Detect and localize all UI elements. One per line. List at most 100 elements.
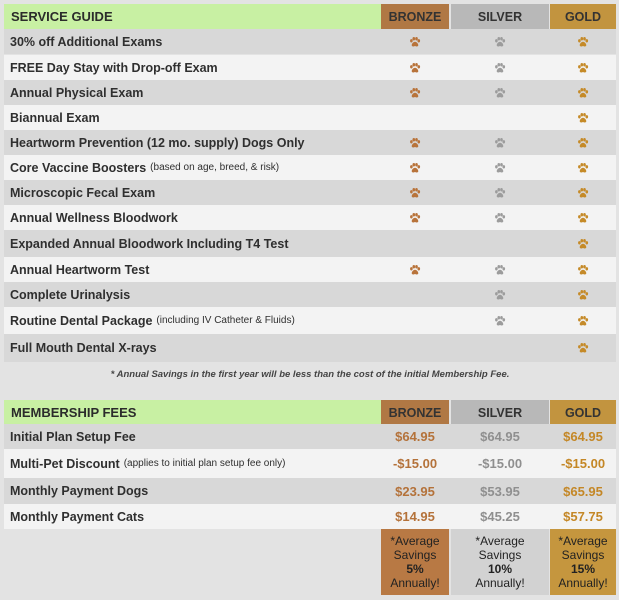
paw-icon (578, 62, 589, 73)
silver-cell (451, 334, 549, 362)
service-label: Microscopic Fecal Exam (10, 185, 156, 200)
paw-icon (495, 62, 506, 73)
paw-icon (410, 264, 421, 275)
paw-icon (578, 36, 589, 47)
paw-icon (410, 87, 421, 98)
paw-icon (410, 162, 421, 173)
bronze-cell (381, 105, 449, 130)
service-label: 30% off Additional Exams (10, 34, 163, 49)
service-guide-title: SERVICE GUIDE (4, 4, 381, 29)
paw-icon (578, 264, 589, 275)
service-row: Annual Wellness Bloodwork (4, 205, 616, 230)
gold-cell (550, 80, 616, 105)
silver-price: $53.95 (480, 483, 520, 499)
paw-icon (578, 87, 589, 98)
gold-cell (550, 205, 616, 230)
gold-cell (550, 257, 616, 282)
gold-savings: *Average Savings 15% Annually! (550, 529, 616, 595)
service-row: Routine Dental Package (including IV Cath… (4, 307, 616, 334)
service-row: Core Vaccine Boosters (based on age, bree… (4, 155, 616, 180)
paw-icon (578, 162, 589, 173)
silver-cell (451, 257, 549, 282)
silver-price: $64.95 (480, 429, 520, 444)
service-label: Annual Physical Exam (10, 85, 144, 100)
bronze-cell (381, 80, 449, 105)
gold-cell (550, 55, 616, 80)
bronze-cell (381, 230, 449, 257)
bronze-cell (381, 29, 449, 54)
fee-label: Multi-Pet Discount (applies to initial pl… (10, 456, 286, 471)
paw-icon (410, 62, 421, 73)
service-note: (based on age, breed, & risk) (150, 162, 280, 173)
service-label: Core Vaccine Boosters (based on age, bree… (10, 160, 280, 175)
fee-label: Initial Plan Setup Fee (10, 429, 136, 444)
silver-cell (451, 105, 549, 130)
bronze-cell (381, 55, 449, 80)
bronze-cell (381, 205, 449, 230)
bronze-cell (381, 130, 449, 155)
savings-percent: 15% (570, 562, 596, 576)
gold-header: GOLD (550, 400, 616, 425)
paw-icon (495, 264, 506, 275)
bronze-header: BRONZE (381, 400, 449, 425)
gold-cell (550, 282, 616, 307)
silver-cell (451, 80, 549, 105)
silver-price: -$15.00 (477, 456, 523, 471)
gold-cell (550, 307, 616, 334)
silver-cell (451, 155, 549, 180)
paw-icon (578, 212, 589, 223)
savings-line: *Average (390, 534, 440, 548)
service-row: Biannual Exam (4, 105, 616, 130)
service-label: Heartworm Prevention (12 mo. supply) Dog… (10, 135, 305, 150)
silver-savings: *Average Savings 10% Annually! (451, 529, 549, 595)
savings-line: Annually! (390, 576, 440, 590)
membership-fees-header: MEMBERSHIP FEES BRONZE SILVER GOLD (4, 400, 616, 425)
savings-percent: 10% (487, 562, 513, 576)
paw-icon (410, 137, 421, 148)
silver-cell (451, 29, 549, 54)
savings-line: Savings (561, 548, 605, 562)
bronze-price: $14.95 (395, 509, 435, 524)
gold-cell (550, 130, 616, 155)
gold-price: -$15.00 (560, 456, 606, 471)
fee-row: Initial Plan Setup Fee $64.95 $64.95 $64.95 (4, 424, 616, 449)
silver-cell (451, 230, 549, 257)
service-row: Microscopic Fecal Exam (4, 180, 616, 205)
bronze-cell (381, 155, 449, 180)
service-row: Annual Heartworm Test (4, 257, 616, 282)
service-row: Heartworm Prevention (12 mo. supply) Dog… (4, 130, 616, 155)
gold-price: $65.95 (563, 483, 603, 499)
service-guide-header: SERVICE GUIDE BRONZE SILVER GOLD (4, 4, 616, 29)
savings-line: *Average (475, 534, 525, 548)
paw-icon (578, 238, 589, 249)
savings-percent: 5% (406, 562, 424, 576)
bronze-cell (381, 334, 449, 362)
paw-icon (410, 212, 421, 223)
silver-header: SILVER (451, 400, 549, 425)
fee-row: Monthly Payment Dogs $23.95 $53.95 $65.95 (4, 478, 616, 504)
bronze-header: BRONZE (381, 4, 449, 29)
bronze-cell (381, 257, 449, 282)
savings-line: Annually! (558, 576, 608, 590)
silver-cell (451, 180, 549, 205)
paw-icon (495, 289, 506, 300)
savings-line: Annually! (475, 576, 525, 590)
gold-header: GOLD (550, 4, 616, 29)
service-row: Full Mouth Dental X-rays (4, 334, 616, 362)
service-label: Routine Dental Package (including IV Cath… (10, 313, 295, 328)
silver-header: SILVER (451, 4, 549, 29)
silver-cell (451, 205, 549, 230)
fee-row: Multi-Pet Discount (applies to initial pl… (4, 449, 616, 478)
service-row: FREE Day Stay with Drop-off Exam (4, 55, 616, 80)
service-label: FREE Day Stay with Drop-off Exam (10, 60, 218, 75)
service-label: Expanded Annual Bloodwork Including T4 T… (10, 236, 289, 251)
fee-label: Monthly Payment Dogs (10, 484, 149, 498)
gold-price: $57.75 (563, 509, 603, 524)
service-row: Complete Urinalysis (4, 282, 616, 307)
fee-note: (applies to initial plan setup fee only) (123, 458, 286, 469)
bronze-savings: *Average Savings 5% Annually! (381, 529, 449, 595)
gold-price: $64.95 (563, 429, 603, 444)
paw-icon (578, 187, 589, 198)
bronze-cell (381, 180, 449, 205)
gold-cell (550, 105, 616, 130)
